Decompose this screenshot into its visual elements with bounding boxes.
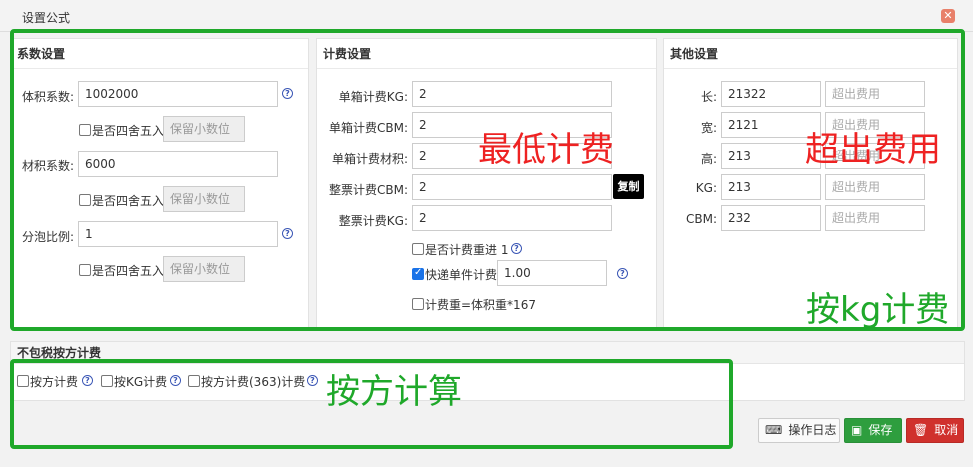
material-round-checkbox[interactable] [79, 194, 91, 206]
other-extra-0[interactable]: 超出费用 [825, 81, 925, 107]
volume-help-icon[interactable]: ? [282, 88, 293, 99]
annotation-min-fee: 最低计费 [478, 130, 614, 170]
volume-input[interactable]: 1002000 [78, 81, 278, 107]
express-checkbox[interactable] [412, 267, 424, 280]
cancel-button[interactable]: 🗑 取消 [906, 418, 964, 443]
material-input[interactable]: 6000 [78, 151, 278, 177]
heavy-label: 是否计费重进 1 [425, 243, 509, 257]
fee-input-4[interactable]: 2 [412, 205, 612, 231]
fee-label-2: 单箱计费材积: [331, 152, 408, 166]
express-label: 快递单件计费 [425, 268, 498, 282]
other-label-1: 宽: [700, 121, 717, 135]
dialog-titlebar: 设置公式 ✕ [0, 0, 973, 32]
by-kg-label: 按KG计费 [114, 375, 168, 389]
by-cbm-label: 按方计费 [30, 375, 79, 389]
keyboard-icon: ⌨ [765, 423, 783, 437]
trash-icon: 🗑 [913, 423, 929, 437]
other-label-0: 长: [700, 90, 717, 104]
formula-label: 计费重=体积重*167 [425, 298, 536, 312]
by-cbm-help-icon[interactable]: ? [82, 375, 93, 386]
split-help-icon[interactable]: ? [282, 228, 293, 239]
volume-decimal-input[interactable]: 保留小数位 [163, 116, 245, 142]
other-input-3[interactable]: 213 [721, 174, 821, 200]
split-round-label: 是否四舍五入 [92, 264, 165, 278]
fee-label-1: 单箱计费CBM: [328, 121, 408, 135]
fee-input-3[interactable]: 2 [412, 174, 612, 200]
split-input[interactable]: 1 [78, 221, 278, 247]
volume-round-label: 是否四舍五入 [92, 124, 165, 138]
express-input[interactable]: 1.00 [497, 260, 607, 286]
by-cbm363-checkbox[interactable] [188, 375, 200, 387]
by-cbm363-help-icon[interactable]: ? [307, 375, 318, 386]
fee-input-0[interactable]: 2 [412, 81, 612, 107]
other-extra-4[interactable]: 超出费用 [825, 205, 925, 231]
annotation-by-kg: 按kg计费 [806, 290, 950, 330]
volume-label: 体积系数: [21, 90, 74, 104]
other-header: 其他设置 [664, 39, 957, 69]
save-button-label: 保存 [868, 423, 893, 437]
other-extra-3[interactable]: 超出费用 [825, 174, 925, 200]
coef-header: 系数设置 [11, 39, 308, 69]
save-button[interactable]: ▣ 保存 [844, 418, 902, 443]
cancel-button-label: 取消 [934, 423, 959, 437]
other-label-4: CBM: [685, 212, 717, 226]
other-label-3: KG: [695, 181, 717, 195]
by-cbm-checkbox[interactable] [17, 375, 29, 387]
annotation-extra-fee: 超出费用 [805, 130, 941, 170]
fee-label-0: 单箱计费KG: [338, 90, 408, 104]
dialog-title: 设置公式 [22, 11, 71, 25]
fee-header: 计费设置 [317, 39, 656, 69]
other-label-2: 高: [700, 152, 717, 166]
fee-label-4: 整票计费KG: [338, 214, 408, 228]
close-icon[interactable]: ✕ [941, 9, 955, 23]
other-input-4[interactable]: 232 [721, 205, 821, 231]
other-input-0[interactable]: 21322 [721, 81, 821, 107]
formula-checkbox[interactable] [412, 298, 424, 310]
split-round-checkbox[interactable] [79, 264, 91, 276]
material-decimal-input[interactable]: 保留小数位 [163, 186, 245, 212]
cbm-header: 不包税按方计费 [11, 342, 964, 364]
fee-label-3: 整票计费CBM: [328, 183, 408, 197]
copy-button[interactable]: 复制 [613, 174, 644, 199]
heavy-help-icon[interactable]: ? [511, 243, 522, 254]
material-round-label: 是否四舍五入 [92, 194, 165, 208]
split-label: 分泡比例: [21, 230, 74, 244]
by-kg-help-icon[interactable]: ? [170, 375, 181, 386]
by-kg-checkbox[interactable] [101, 375, 113, 387]
split-decimal-input[interactable]: 保留小数位 [163, 256, 245, 282]
heavy-checkbox[interactable] [412, 243, 424, 255]
by-cbm363-label: 按方计费(363)计费 [201, 375, 306, 389]
log-button-label: 操作日志 [788, 423, 837, 437]
annotation-by-cbm: 按方计算 [326, 372, 462, 412]
log-button[interactable]: ⌨ 操作日志 [758, 418, 840, 443]
floppy-icon: ▣ [851, 423, 863, 437]
cbm-panel: 不包税按方计费 [10, 341, 965, 401]
express-help-icon[interactable]: ? [617, 268, 628, 279]
volume-round-checkbox[interactable] [79, 124, 91, 136]
material-label: 材积系数: [21, 159, 74, 173]
